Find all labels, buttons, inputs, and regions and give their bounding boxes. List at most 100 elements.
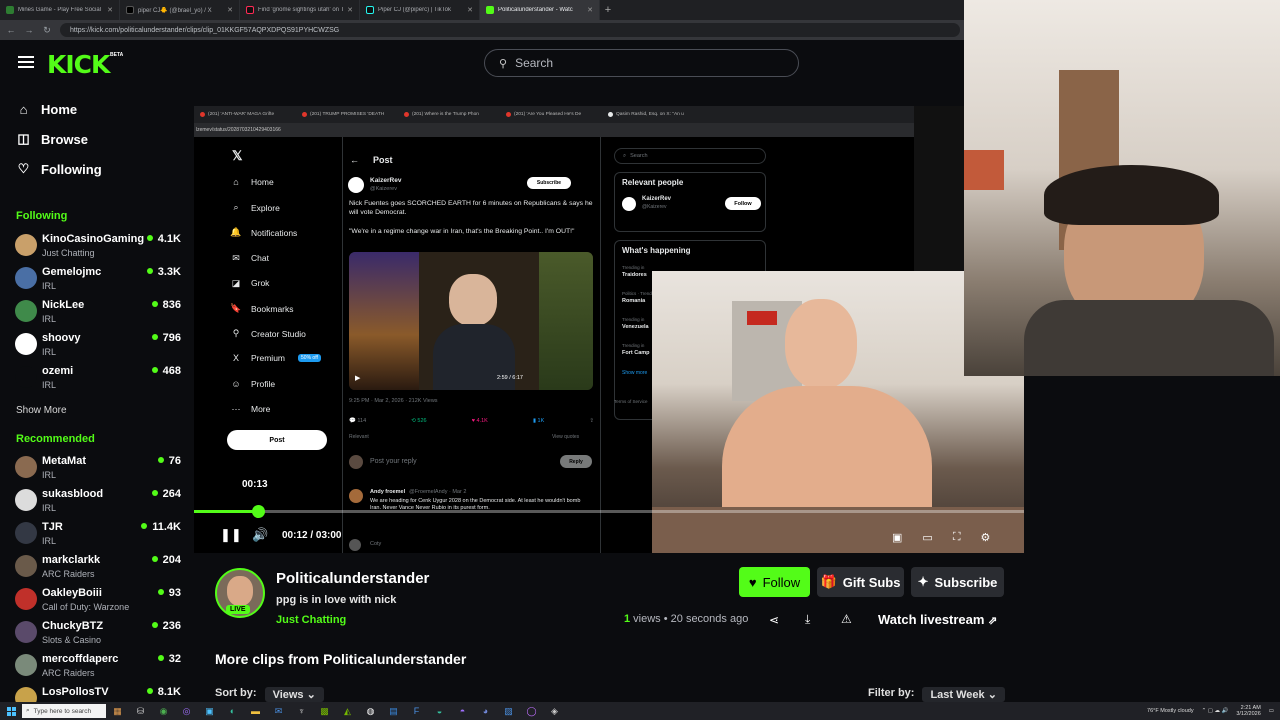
taskbar-search[interactable]: ⌕ Type here to search: [22, 704, 106, 718]
reload-icon[interactable]: ↻: [42, 25, 52, 36]
reactor-webcam: [964, 0, 1280, 376]
volume-icon[interactable]: 🔊: [252, 527, 268, 543]
nav-home[interactable]: ⌂ Home: [16, 98, 78, 120]
sidebar-channel-ozemi[interactable]: ozemi IRL 468: [15, 365, 183, 397]
nav-following[interactable]: ♡ Following: [16, 158, 102, 180]
alienware-icon[interactable]: ♆: [290, 702, 313, 720]
steam-icon[interactable]: ◈: [543, 702, 566, 720]
watch-livestream-button[interactable]: Watch livestream ⇗: [878, 612, 997, 627]
browser-tab[interactable]: Find 'gnome sightings utah' on Ti ✕: [240, 0, 360, 20]
terms-link: Terms of Service: [614, 399, 648, 404]
store-icon[interactable]: ▣: [198, 702, 221, 720]
close-tab-icon[interactable]: ✕: [347, 6, 353, 14]
download-icon[interactable]: ⤓: [805, 612, 810, 627]
search-icon: ⌕: [623, 152, 627, 159]
sidebar-channel-sukasblood[interactable]: sukasblood IRL 264: [15, 488, 183, 520]
sidebar-channel-mercoffdaperc[interactable]: mercoffdaperc ARC Raiders 32: [15, 653, 183, 685]
start-button[interactable]: [0, 702, 22, 720]
bookmarks-icon: 🔖: [230, 303, 242, 313]
nav-browse[interactable]: ◫ Browse: [16, 128, 88, 150]
pause-icon[interactable]: ❚❚: [220, 527, 242, 543]
channel-category: Slots & Casino: [42, 635, 102, 645]
sidebar-channel-oakleyboiii[interactable]: OakleyBoiii Call of Duty: Warzone 93: [15, 587, 183, 619]
edge-icon[interactable]: ◐: [221, 702, 244, 720]
sidebar-channel-nicklee[interactable]: NickLee IRL 836: [15, 299, 183, 331]
app-icon[interactable]: ⛁: [129, 702, 152, 720]
app-icon[interactable]: ▩: [313, 702, 336, 720]
system-tray: 76°F Mostly cloudy ⌃ ▢ ☁ 🔊 2:21 AM 3/12/2…: [1147, 702, 1274, 720]
more-clips-heading: More clips from Politicalunderstander: [215, 651, 467, 667]
author-avatar: [348, 177, 364, 193]
app-icon[interactable]: ◓: [451, 702, 474, 720]
mail-icon[interactable]: ✉: [267, 702, 290, 720]
gift-subs-button[interactable]: 🎁 Gift Subs: [817, 567, 904, 597]
miniplayer-icon[interactable]: ▣: [892, 531, 902, 544]
relevant-people-box: Relevant people KaizerRev @Kaizerev Foll…: [614, 172, 766, 232]
follow-button[interactable]: ♥ Follow: [739, 567, 810, 597]
grok-icon: ◪: [231, 277, 241, 288]
sidebar-channel-shoovy[interactable]: shoovy IRL 796: [15, 332, 183, 364]
reply-button: Reply: [560, 455, 592, 468]
weather-widget[interactable]: 76°F Mostly cloudy: [1147, 708, 1194, 714]
nvidia-icon[interactable]: ◭: [336, 702, 359, 720]
discord-icon[interactable]: ◕: [474, 702, 497, 720]
reply-input: Post your reply: [370, 458, 417, 465]
settings-icon[interactable]: ⚙: [981, 531, 991, 544]
sidebar-channel-tjr[interactable]: TJR IRL 11.4K: [15, 521, 183, 553]
channel-name[interactable]: Politicalunderstander: [276, 570, 429, 587]
x-nav-profile: ☺ Profile: [231, 378, 276, 389]
browser-tab[interactable]: Piper CJ (@piperc) | TikTok ✕: [360, 0, 480, 20]
url-field[interactable]: https://kick.com/politicalunderstander/c…: [60, 23, 960, 37]
report-icon[interactable]: ⚠: [841, 612, 852, 626]
app-icon[interactable]: ▨: [497, 702, 520, 720]
sidebar-channel-metamat[interactable]: MetaMat IRL 76: [15, 455, 183, 487]
sidebar-channel-gemelojmc[interactable]: Gemelojmc IRL 3.3K: [15, 266, 183, 298]
new-tab-button[interactable]: +: [600, 0, 616, 20]
forward-icon[interactable]: →: [24, 25, 34, 35]
filter-dropdown[interactable]: Last Week ⌄: [922, 687, 1005, 702]
app-icon[interactable]: ◒: [428, 702, 451, 720]
search-bar[interactable]: ⚲: [484, 49, 799, 77]
sidebar-channel-kinocasinogaming[interactable]: KinoCasinoGaming Just Chatting 4.1K: [15, 233, 183, 265]
browser-tab[interactable]: piper CJ🐥 (@brael_yo) / X ✕: [120, 0, 240, 20]
news-widget-icon[interactable]: ▦: [106, 702, 129, 720]
browser-tab[interactable]: Mines Game - Play Free Social Ca ✕: [0, 0, 120, 20]
menu-icon[interactable]: [18, 54, 34, 70]
clip-video-player[interactable]: (201) 'ANTI-WAR' MAGA Grifte (201) TRUMP…: [194, 106, 1024, 553]
progress-handle[interactable]: [251, 505, 265, 518]
close-tab-icon[interactable]: ✕: [227, 6, 233, 14]
kick-logo[interactable]: KICK: [47, 50, 110, 79]
clock[interactable]: 2:21 AM 3/12/2026: [1236, 705, 1260, 718]
share-icon: ⇪: [589, 418, 594, 424]
close-tab-icon[interactable]: ✕: [467, 6, 473, 14]
notification-icon[interactable]: ▭: [1269, 708, 1274, 714]
app-icon[interactable]: ▤: [382, 702, 405, 720]
app-icon[interactable]: ◍: [359, 702, 382, 720]
close-tab-icon[interactable]: ✕: [107, 6, 113, 14]
post-header: ← Post: [350, 155, 393, 165]
browser-tab-active[interactable]: Politicalunderstander - Watc ✕: [480, 0, 600, 20]
share-icon[interactable]: ⋖: [769, 613, 779, 627]
search-input[interactable]: [515, 56, 786, 70]
progress-bar[interactable]: [194, 510, 1024, 513]
tray-icons[interactable]: ⌃ ▢ ☁ 🔊: [1202, 708, 1229, 714]
close-tab-icon[interactable]: ✕: [587, 6, 593, 14]
app-icon[interactable]: ◯: [520, 702, 543, 720]
clip-category[interactable]: Just Chatting: [276, 614, 346, 626]
embedded-tab: (201) TRUMP PROMISES 'DEATH: [298, 106, 398, 123]
viewer-count: 4.1K: [147, 233, 181, 245]
theater-mode-icon[interactable]: ▭: [922, 531, 932, 544]
chrome-icon[interactable]: ◉: [152, 702, 175, 720]
explorer-icon[interactable]: ▬: [244, 702, 267, 720]
sort-dropdown[interactable]: Views ⌄: [264, 687, 324, 702]
progress-fill: [194, 510, 258, 513]
fullscreen-icon[interactable]: ⛶: [953, 531, 961, 544]
app-icon[interactable]: ◎: [175, 702, 198, 720]
app-icon[interactable]: F: [405, 702, 428, 720]
viewer-count: 11.4K: [141, 521, 181, 533]
sidebar-channel-chuckybtz[interactable]: ChuckyBTZ Slots & Casino 236: [15, 620, 183, 652]
show-more-button[interactable]: Show More: [16, 405, 67, 416]
subscribe-button[interactable]: ✦ Subscribe: [911, 567, 1004, 597]
sidebar-channel-markclarkk[interactable]: markclarkk ARC Raiders 204: [15, 554, 183, 586]
back-icon[interactable]: ←: [6, 25, 16, 35]
